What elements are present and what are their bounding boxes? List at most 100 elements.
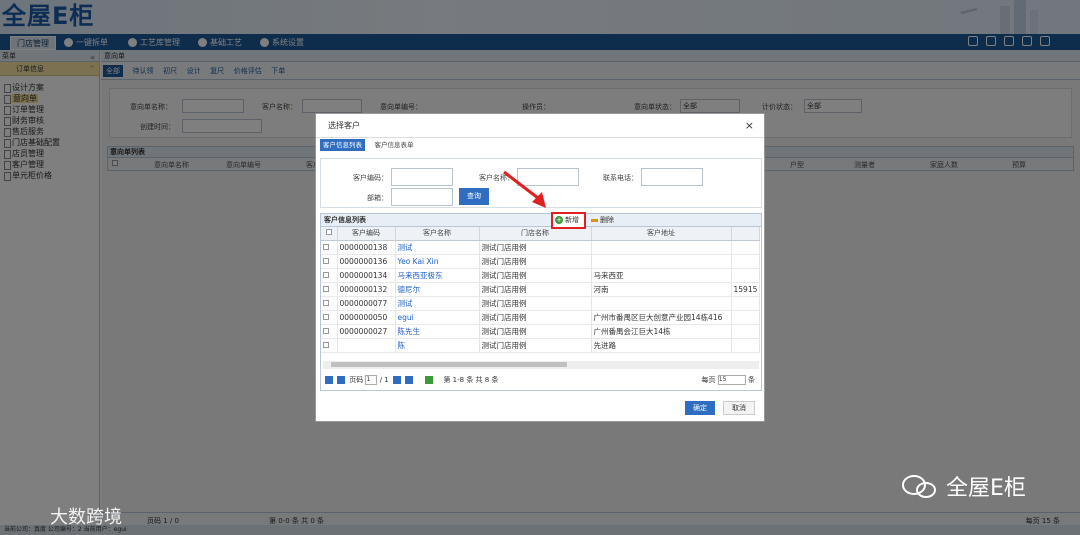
- cell-customer-code: 0000000136: [337, 254, 396, 269]
- row-checkbox[interactable]: [321, 282, 338, 297]
- cell-extra: [731, 240, 760, 255]
- select-customer-dialog: 选择客户 × 客户信息列表 客户信息表单 客户编码： 客户名称： 联系电话： 部…: [315, 113, 765, 422]
- cell-store-name: 测试门店用例: [479, 310, 592, 325]
- tab-customer-list[interactable]: 客户信息列表: [320, 139, 365, 151]
- table-row[interactable]: 0000000027 陈先生 测试门店用例 广州番禺会江巨大14栋: [321, 324, 760, 339]
- col-customer-address: 客户地址: [591, 227, 732, 241]
- cell-customer-name[interactable]: 德尼尔: [395, 282, 480, 297]
- minus-icon: [591, 218, 598, 222]
- cell-store-name: 测试门店用例: [479, 268, 592, 283]
- table-row[interactable]: 0000000050 egui 测试门店用例 广州市番禺区巨大创意产业园14栋416: [321, 310, 760, 325]
- cell-customer-code: [337, 338, 396, 353]
- cell-customer-code: 0000000134: [337, 268, 396, 283]
- wechat-icon: [902, 475, 936, 498]
- col-customer-code: 客户编码: [337, 227, 396, 241]
- table-row[interactable]: 0000000077 测试 测试门店用例: [321, 296, 760, 311]
- cell-store-name: 测试门店用例: [479, 338, 592, 353]
- page-label: 页码: [349, 376, 364, 384]
- phone-input[interactable]: [641, 168, 703, 186]
- customer-list-title: 客户信息列表: [324, 216, 366, 224]
- cell-extra: [731, 310, 760, 325]
- select-all-checkbox[interactable]: [321, 227, 338, 241]
- table-row[interactable]: 陈测试门店用例 先进路: [321, 338, 760, 353]
- cell-extra: [731, 324, 760, 339]
- cell-store-name: 测试门店用例: [479, 282, 592, 297]
- label-dept: 部箱：: [367, 194, 388, 202]
- plus-icon: +: [555, 216, 563, 224]
- table-row[interactable]: 0000000132 德尼尔 测试门店用例 河南 15915: [321, 282, 760, 297]
- customer-table: 客户编码 客户名称 门店名称 客户地址 0000000138 测试 测试门店用例 00…: [321, 227, 760, 353]
- refresh-icon[interactable]: [425, 376, 434, 384]
- add-label: 新增: [565, 216, 579, 224]
- cell-store-name: 测试门店用例: [479, 240, 592, 255]
- cell-store-name: 测试门店用例: [479, 254, 592, 269]
- cell-customer-address: 河南: [591, 282, 732, 297]
- cell-customer-name[interactable]: 马来西亚极东: [395, 268, 480, 283]
- cell-extra: [731, 296, 760, 311]
- query-button[interactable]: 查询: [459, 188, 489, 205]
- cell-customer-address: [591, 254, 732, 269]
- per-page-unit: 条: [748, 376, 755, 384]
- cell-customer-address: 马来西亚: [591, 268, 732, 283]
- cell-customer-code: 0000000138: [337, 240, 396, 255]
- last-page-icon[interactable]: [404, 376, 413, 384]
- cell-extra: [731, 268, 760, 283]
- delete-label: 删除: [600, 216, 614, 224]
- add-customer-button[interactable]: + 新增: [551, 212, 586, 229]
- cell-customer-address: [591, 296, 732, 311]
- cancel-button[interactable]: 取消: [723, 401, 755, 415]
- cell-customer-name[interactable]: egui: [395, 310, 480, 325]
- row-checkbox[interactable]: [321, 310, 338, 325]
- table-header-row: 客户编码 客户名称 门店名称 客户地址: [321, 227, 760, 241]
- cell-store-name: 测试门店用例: [479, 324, 592, 339]
- delete-customer-button[interactable]: 删除: [591, 214, 614, 227]
- watermark-brand: 全屋E柜: [946, 476, 1026, 501]
- customer-list-header: 客户信息列表 + 新增 删除: [321, 212, 761, 229]
- cell-customer-code: 0000000027: [337, 324, 396, 339]
- scrollbar-thumb[interactable]: [331, 362, 567, 367]
- cell-customer-name[interactable]: 陈先生: [395, 324, 480, 339]
- table-row[interactable]: 0000000138 测试 测试门店用例: [321, 240, 760, 255]
- cell-customer-address: 广州番禺会江巨大14栋: [591, 324, 732, 339]
- row-checkbox[interactable]: [321, 338, 338, 353]
- customer-list-panel: 客户信息列表 + 新增 删除 客户编码 客户名称 门店名称 客户地址 000000…: [320, 212, 762, 391]
- cell-customer-name[interactable]: 陈: [395, 338, 480, 353]
- confirm-button[interactable]: 确定: [685, 401, 715, 415]
- cell-customer-address: 广州市番禺区巨大创意产业园14栋416: [591, 310, 732, 325]
- red-arrow-annotation: [503, 170, 546, 208]
- table-row[interactable]: 0000000136 Yeo Kai Xin 测试门店用例: [321, 254, 760, 269]
- row-checkbox[interactable]: [321, 324, 338, 339]
- page-total: / 1: [379, 376, 389, 384]
- table-row[interactable]: 0000000134 马来西亚极东 测试门店用例 马来西亚: [321, 268, 760, 283]
- next-page-icon[interactable]: [392, 376, 401, 384]
- prev-page-icon[interactable]: [337, 376, 345, 384]
- cell-customer-name[interactable]: Yeo Kai Xin: [395, 254, 480, 269]
- page-input[interactable]: 1: [365, 375, 378, 385]
- first-page-icon[interactable]: [325, 376, 333, 384]
- close-icon[interactable]: ×: [745, 120, 754, 131]
- per-page-group: 每页 15 条: [702, 372, 755, 388]
- cell-extra: 15915: [731, 282, 760, 297]
- watermark-left: 大数跨境: [50, 507, 122, 528]
- cell-customer-code: 0000000077: [337, 296, 396, 311]
- page-range: 第 1-8 条 共 8 条: [443, 376, 499, 384]
- per-page-select[interactable]: 15: [717, 375, 746, 385]
- dept-input[interactable]: [391, 188, 453, 206]
- customer-code-input[interactable]: [391, 168, 453, 186]
- cell-store-name: 测试门店用例: [479, 296, 592, 311]
- cell-customer-code: 0000000132: [337, 282, 396, 297]
- label-phone: 联系电话：: [603, 174, 638, 182]
- row-checkbox[interactable]: [321, 254, 338, 269]
- cell-extra: [731, 254, 760, 269]
- cell-customer-name[interactable]: 测试: [395, 296, 480, 311]
- dialog-tabs: 客户信息列表 客户信息表单: [320, 139, 421, 151]
- horizontal-scrollbar[interactable]: [323, 361, 759, 369]
- cell-customer-code: 0000000050: [337, 310, 396, 325]
- tab-customer-form[interactable]: 客户信息表单: [372, 139, 417, 151]
- row-checkbox[interactable]: [321, 268, 338, 283]
- per-page-label: 每页: [701, 376, 716, 384]
- row-checkbox[interactable]: [321, 240, 338, 255]
- cell-customer-name[interactable]: 测试: [395, 240, 480, 255]
- col-customer-name: 客户名称: [395, 227, 480, 241]
- row-checkbox[interactable]: [321, 296, 338, 311]
